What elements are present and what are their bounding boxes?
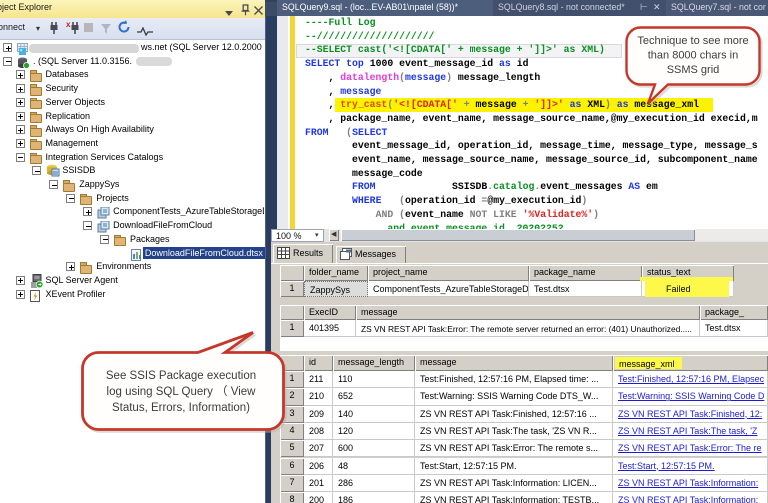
svg-text:Status, Errors, Information): Status, Errors, Information) [112,402,250,414]
svg-text:SSMS grid: SSMS grid [667,64,720,76]
svg-text:Technique to see more: Technique to see more [637,35,748,47]
svg-text:than 8000 chars in: than 8000 chars in [648,50,739,62]
svg-text:log using SQL Query （ View: log using SQL Query （ View [107,385,257,398]
svg-text:See SSIS Package execution: See SSIS Package execution [106,370,256,382]
